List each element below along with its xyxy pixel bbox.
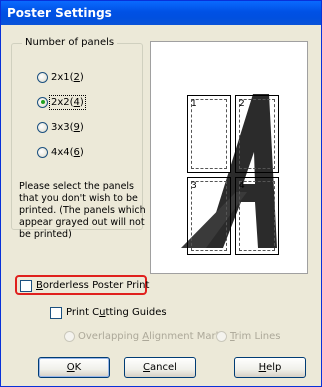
borderless-poster-print-label: Borderless Poster Print [36, 280, 150, 291]
radio-4x4[interactable]: 4x4(6) [37, 145, 84, 159]
checkbox-icon[interactable] [20, 279, 32, 292]
preview-panel-2[interactable]: 2 [235, 95, 279, 173]
radio-2x2-label: 2x2(4) [49, 94, 86, 110]
radio-3x3[interactable]: 3x3(9) [37, 120, 84, 134]
radio-2x2[interactable]: 2x2(4) [37, 94, 86, 110]
preview-panel-1[interactable]: 1 [187, 95, 231, 173]
preview-panel-4[interactable]: 4 [235, 177, 279, 255]
trim-lines-label: Trim Lines [230, 330, 281, 342]
poster-preview: 1 2 3 4 [150, 41, 308, 274]
panel-number: 3 [191, 181, 197, 191]
overlapping-alignment-marks-label: Overlapping Alignment Marks [78, 330, 227, 342]
radio-button-icon[interactable] [216, 330, 227, 342]
instruction-text: Please select the panels that you don't … [19, 181, 146, 240]
radio-button-icon[interactable] [64, 330, 75, 342]
cancel-button[interactable]: Cancel [124, 357, 196, 378]
panel-number: 1 [191, 99, 197, 109]
radio-3x3-label: 3x3(9) [51, 121, 84, 133]
radio-4x4-label: 4x4(6) [51, 146, 84, 158]
radio-button-icon[interactable] [37, 71, 48, 83]
help-button[interactable]: Help [234, 357, 306, 378]
checkbox-icon[interactable] [50, 306, 62, 319]
radio-button-selected-icon[interactable] [37, 96, 48, 108]
trim-lines-radio[interactable]: Trim Lines [216, 329, 281, 343]
ok-button[interactable]: OK [38, 357, 110, 378]
preview-panel-3[interactable]: 3 [187, 177, 231, 255]
title-bar[interactable]: Poster Settings [1, 1, 321, 25]
print-cutting-guides-checkbox[interactable]: Print Cutting Guides [50, 305, 167, 320]
panel-number: 2 [239, 99, 245, 109]
dialog-title: Poster Settings [7, 6, 112, 20]
borderless-poster-print-checkbox[interactable]: Borderless Poster Print [20, 278, 149, 293]
number-of-panels-legend: Number of panels [22, 37, 118, 48]
poster-settings-dialog: Poster Settings Number of panels 2x1(2) … [0, 0, 322, 387]
radio-2x1[interactable]: 2x1(2) [37, 70, 84, 84]
radio-button-icon[interactable] [37, 146, 48, 158]
radio-2x1-label: 2x1(2) [51, 71, 84, 83]
overlapping-alignment-marks-radio[interactable]: Overlapping Alignment Marks [64, 329, 227, 343]
panel-number: 4 [239, 181, 245, 191]
print-cutting-guides-label: Print Cutting Guides [66, 307, 167, 318]
radio-button-icon[interactable] [37, 121, 48, 133]
